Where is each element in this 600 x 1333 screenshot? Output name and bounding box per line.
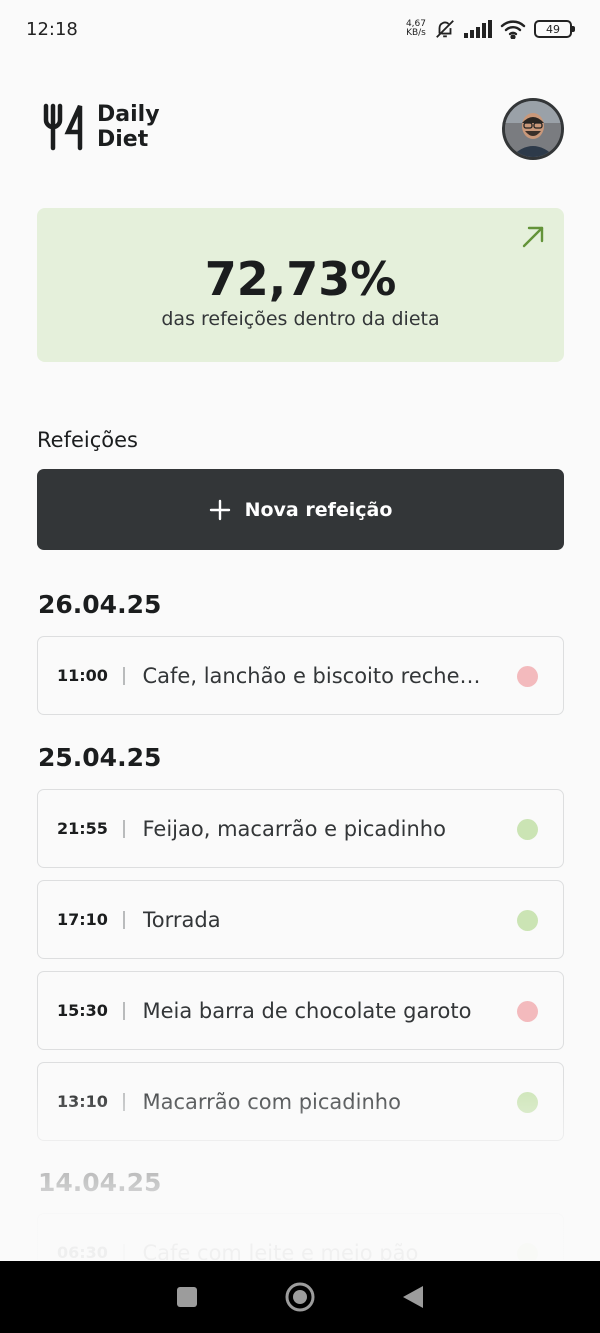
meal-item[interactable]: 15:30 Meia barra de chocolate garoto — [37, 971, 564, 1050]
app-header: Daily Diet — [38, 96, 564, 160]
meal-time: 13:10 — [57, 1092, 108, 1111]
status-icons: 4,67 KB/s 49 — [406, 18, 575, 40]
meal-time: 11:00 — [57, 666, 108, 685]
diet-summary-card[interactable]: 72,73% das refeições dentro da dieta — [37, 208, 564, 362]
cellular-signal-icon — [464, 20, 492, 38]
new-meal-button[interactable]: Nova refeição — [37, 469, 564, 550]
circle-icon — [285, 1282, 315, 1312]
meals-list[interactable]: 26.04.25 11:00 Cafe, lanchão e biscoito … — [37, 590, 564, 1260]
new-meal-button-label: Nova refeição — [244, 498, 393, 521]
app-name: Daily Diet — [97, 102, 160, 152]
meal-item[interactable]: 13:10 Macarrão com picadinho — [37, 1062, 564, 1141]
fork-knife-icon — [43, 103, 83, 151]
meal-status-indicator — [517, 1001, 538, 1022]
meal-time: 21:55 — [57, 819, 108, 838]
battery-indicator: 49 — [534, 20, 575, 38]
bell-muted-icon — [436, 20, 454, 38]
system-navigation-bar — [0, 1261, 600, 1333]
day-header: 26.04.25 — [38, 590, 162, 619]
network-speed: 4,67 KB/s — [406, 20, 426, 38]
square-icon — [176, 1287, 197, 1307]
meal-name: Cafe com leite e meio pão — [142, 1240, 419, 1261]
meal-time: 17:10 — [57, 910, 108, 929]
meal-item[interactable]: 21:55 Feijao, macarrão e picadinho — [37, 789, 564, 868]
user-avatar[interactable] — [502, 98, 564, 160]
meal-divider — [123, 819, 125, 838]
day-header: 25.04.25 — [38, 743, 162, 772]
home-button[interactable] — [280, 1277, 320, 1317]
meal-divider — [123, 1243, 125, 1260]
meal-name: Cafe, lanchão e biscoito recheado — [142, 663, 488, 688]
diet-percentage-label: das refeições dentro da dieta — [161, 308, 440, 330]
meal-divider — [123, 1001, 125, 1020]
meal-time: 06:30 — [57, 1243, 108, 1260]
meal-name: Macarrão com picadinho — [142, 1089, 401, 1114]
plus-icon — [209, 499, 230, 520]
status-time: 12:18 — [26, 18, 78, 40]
meal-status-indicator — [517, 666, 538, 687]
network-speed-unit: KB/s — [406, 28, 426, 38]
meal-name: Feijao, macarrão e picadinho — [142, 816, 446, 841]
recents-button[interactable] — [167, 1277, 207, 1317]
meals-section-title: Refeições — [37, 428, 138, 452]
app-name-line2: Diet — [97, 127, 149, 152]
day-header: 14.04.25 — [38, 1168, 162, 1197]
meal-divider — [123, 1092, 125, 1111]
meal-item[interactable]: 06:30 Cafe com leite e meio pão — [37, 1213, 564, 1260]
meal-status-indicator — [517, 1092, 538, 1113]
meal-item[interactable]: 11:00 Cafe, lanchão e biscoito recheado — [37, 636, 564, 715]
diet-percentage: 72,73% — [204, 252, 397, 306]
meal-divider — [123, 910, 125, 929]
meal-status-indicator — [517, 910, 538, 931]
meal-divider — [123, 666, 125, 685]
triangle-back-icon — [403, 1286, 424, 1308]
meal-status-indicator — [517, 819, 538, 840]
meal-time: 15:30 — [57, 1001, 108, 1020]
arrow-up-right-icon[interactable] — [520, 224, 546, 250]
meal-name: Meia barra de chocolate garoto — [142, 998, 472, 1023]
wifi-icon — [500, 20, 526, 39]
user-photo-icon — [505, 101, 561, 157]
app-logo: Daily Diet — [43, 102, 160, 152]
meal-item[interactable]: 17:10 Torrada — [37, 880, 564, 959]
app-name-line1: Daily — [97, 102, 160, 127]
meal-name: Torrada — [142, 907, 221, 932]
status-bar: 12:18 4,67 KB/s 49 — [0, 0, 600, 58]
back-button[interactable] — [393, 1277, 433, 1317]
meal-status-indicator — [517, 1243, 538, 1260]
